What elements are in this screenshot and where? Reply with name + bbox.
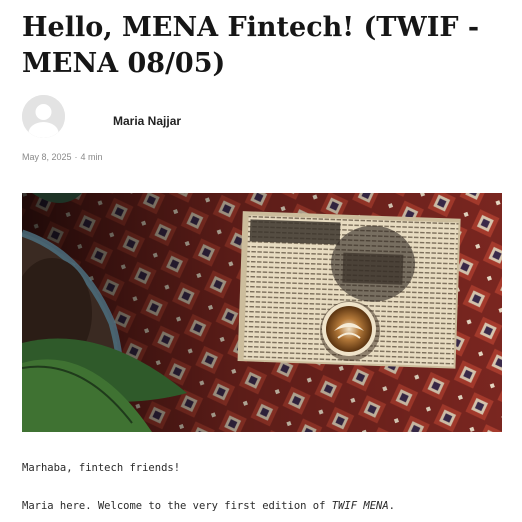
avatar[interactable]	[22, 95, 65, 138]
author-name[interactable]: Maria Najjar	[113, 114, 181, 128]
body-paragraph-2-end: .	[388, 500, 395, 512]
publish-date: May 8, 2025	[22, 152, 72, 162]
read-time: 4 min	[80, 152, 103, 162]
body-paragraph-2-text: Maria here. Welcome to the very first ed…	[22, 500, 332, 512]
body-paragraph-2: Maria here. Welcome to the very first ed…	[22, 500, 395, 512]
author-row: Maria Najjar	[22, 95, 322, 139]
article-meta: May 8, 2025 · 4 min	[22, 152, 103, 162]
newsletter-name: TWIF MENA	[331, 500, 389, 512]
user-silhouette-icon	[22, 95, 65, 138]
hero-image	[22, 193, 502, 432]
hero-photo-newspaper-coffee	[22, 193, 502, 432]
body-paragraph-1: Marhaba, fintech friends!	[22, 462, 181, 474]
meta-separator: ·	[74, 152, 78, 162]
article-title: Hello, MENA Fintech! (TWIF - MENA 08/05)	[22, 12, 480, 79]
